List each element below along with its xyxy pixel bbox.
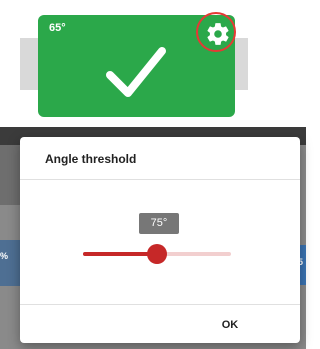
angle-slider[interactable] <box>83 244 231 264</box>
angle-threshold-dialog: Angle threshold 75° OK <box>20 137 300 343</box>
ok-button[interactable]: OK <box>212 314 248 336</box>
dialog-title: Angle threshold <box>45 152 137 166</box>
slider-thumb[interactable] <box>147 244 167 264</box>
background-left-text: % <box>0 251 9 261</box>
check-icon <box>106 47 166 97</box>
dialog-divider-top <box>20 179 300 180</box>
status-card: 65° <box>38 15 235 117</box>
slider-value-label: 75° <box>139 213 179 234</box>
slider-fill <box>83 252 157 256</box>
dialog-divider-bottom <box>20 304 300 305</box>
background-left-badge <box>0 240 20 286</box>
status-angle: 65° <box>49 22 66 34</box>
gear-icon[interactable] <box>205 21 231 47</box>
